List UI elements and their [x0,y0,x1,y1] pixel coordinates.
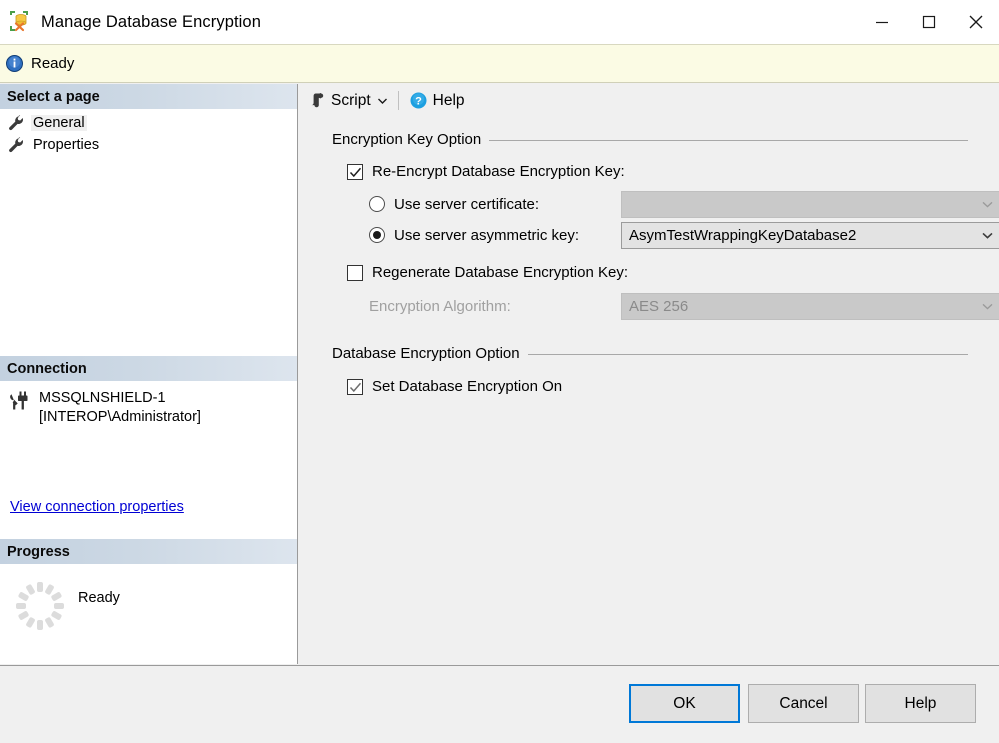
group-title: Database Encryption Option [332,345,528,362]
chevron-down-icon[interactable] [375,88,391,114]
encryption-algorithm-combo-value: AES 256 [629,298,689,315]
sidebar-item-properties[interactable]: Properties [0,134,297,156]
select-page-header: Select a page [0,84,297,109]
wrench-icon [8,115,25,131]
database-encryption-option-group: Database Encryption Option Set Database … [332,345,999,399]
help-button[interactable]: ? Help [406,88,469,114]
cancel-button[interactable]: Cancel [748,684,859,723]
connection-server: MSSQLNSHIELD-1 [39,390,166,406]
footer-button-bar: OK Cancel Help [0,665,999,743]
database-encryption-option-header: Database Encryption Option [332,345,968,363]
group-title: Encryption Key Option [332,131,490,148]
sidebar: Select a page General Properties Connect… [0,84,298,664]
help-label: Help [432,91,465,109]
status-bar: Ready [0,44,999,83]
window-controls [858,0,999,44]
progress-text: Ready [78,590,120,606]
set-database-encryption-on-row[interactable]: Set Database Encryption On [332,374,999,399]
close-icon[interactable] [952,0,999,44]
toolbar-separator [397,91,399,110]
use-server-asymmetric-key-radio[interactable] [369,227,385,243]
content-area: Encryption Key Option Re-Encrypt Databas… [299,117,999,399]
connection-header: Connection [0,356,297,381]
use-server-asymmetric-key-row[interactable]: Use server asymmetric key: AsymTestWrapp… [332,219,999,251]
sidebar-item-label: Properties [33,137,100,153]
sidebar-item-label: General [31,115,87,131]
regenerate-checkbox[interactable] [347,264,363,281]
toolbar: Script ? Help [299,84,999,117]
svg-text:?: ? [415,96,422,108]
wrench-icon [8,137,25,153]
chevron-down-icon [981,230,993,242]
script-label: Script [331,91,371,109]
connection-section: Connection MSSQLNSHIELD-1 [INTEROP\Admin… [0,356,297,515]
regenerate-label: Regenerate Database Encryption Key: [372,264,628,281]
info-icon [6,55,23,72]
progress-section: Progress Ready [0,539,297,634]
ok-button[interactable]: OK [629,684,740,723]
server-asymmetric-key-combo-value: AsymTestWrappingKeyDatabase2 [629,227,857,244]
regenerate-row[interactable]: Regenerate Database Encryption Key: [332,260,999,285]
main-panel: Script ? Help Encryption Key Option Re-E… [299,84,999,664]
chevron-down-icon [981,301,993,313]
script-icon [308,92,325,109]
encryption-algorithm-label: Encryption Algorithm: [369,297,511,315]
reencrypt-checkbox[interactable] [347,163,363,180]
encryption-key-option-group: Encryption Key Option Re-Encrypt Databas… [332,131,999,321]
set-database-encryption-on-checkbox[interactable] [347,378,363,395]
encryption-algorithm-row: Encryption Algorithm: AES 256 [332,291,999,321]
page-list: General Properties [0,109,297,156]
encryption-key-option-header: Encryption Key Option [332,131,968,149]
manage-database-encryption-dialog: Manage Database Encryption Ready Select … [0,0,999,743]
connection-text: MSSQLNSHIELD-1 [INTEROP\Administrator] [39,389,201,427]
connection-user: [INTEROP\Administrator] [39,409,201,425]
reencrypt-row[interactable]: Re-Encrypt Database Encryption Key: [332,159,999,184]
title-bar: Manage Database Encryption [0,0,999,44]
minimize-icon[interactable] [858,0,905,44]
connection-info: MSSQLNSHIELD-1 [INTEROP\Administrator] [0,389,297,427]
use-server-certificate-radio[interactable] [369,196,385,212]
server-asymmetric-key-combo[interactable]: AsymTestWrappingKeyDatabase2 [621,222,999,249]
chevron-down-icon [981,199,993,211]
maximize-icon[interactable] [905,0,952,44]
database-encryption-icon [10,11,32,33]
use-server-certificate-label: Use server certificate: [394,195,540,213]
use-server-certificate-row[interactable]: Use server certificate: [332,189,999,219]
progress-body: Ready [0,564,297,634]
sidebar-item-general[interactable]: General [0,112,297,134]
spinner-icon [12,578,68,634]
connection-body: MSSQLNSHIELD-1 [INTEROP\Administrator] V… [0,381,297,515]
reencrypt-label: Re-Encrypt Database Encryption Key: [372,163,625,180]
server-certificate-combo[interactable] [621,191,999,218]
use-server-asymmetric-key-label: Use server asymmetric key: [394,226,580,244]
script-button[interactable]: Script [304,88,375,114]
set-database-encryption-on-label: Set Database Encryption On [372,378,563,395]
status-text: Ready [31,55,75,72]
help-circle-icon: ? [410,92,427,109]
help-button[interactable]: Help [865,684,976,723]
view-connection-properties-link[interactable]: View connection properties [10,499,184,515]
encryption-algorithm-combo[interactable]: AES 256 [621,293,999,320]
progress-header: Progress [0,539,297,564]
connection-plug-icon [10,391,32,411]
window-title: Manage Database Encryption [41,12,261,31]
